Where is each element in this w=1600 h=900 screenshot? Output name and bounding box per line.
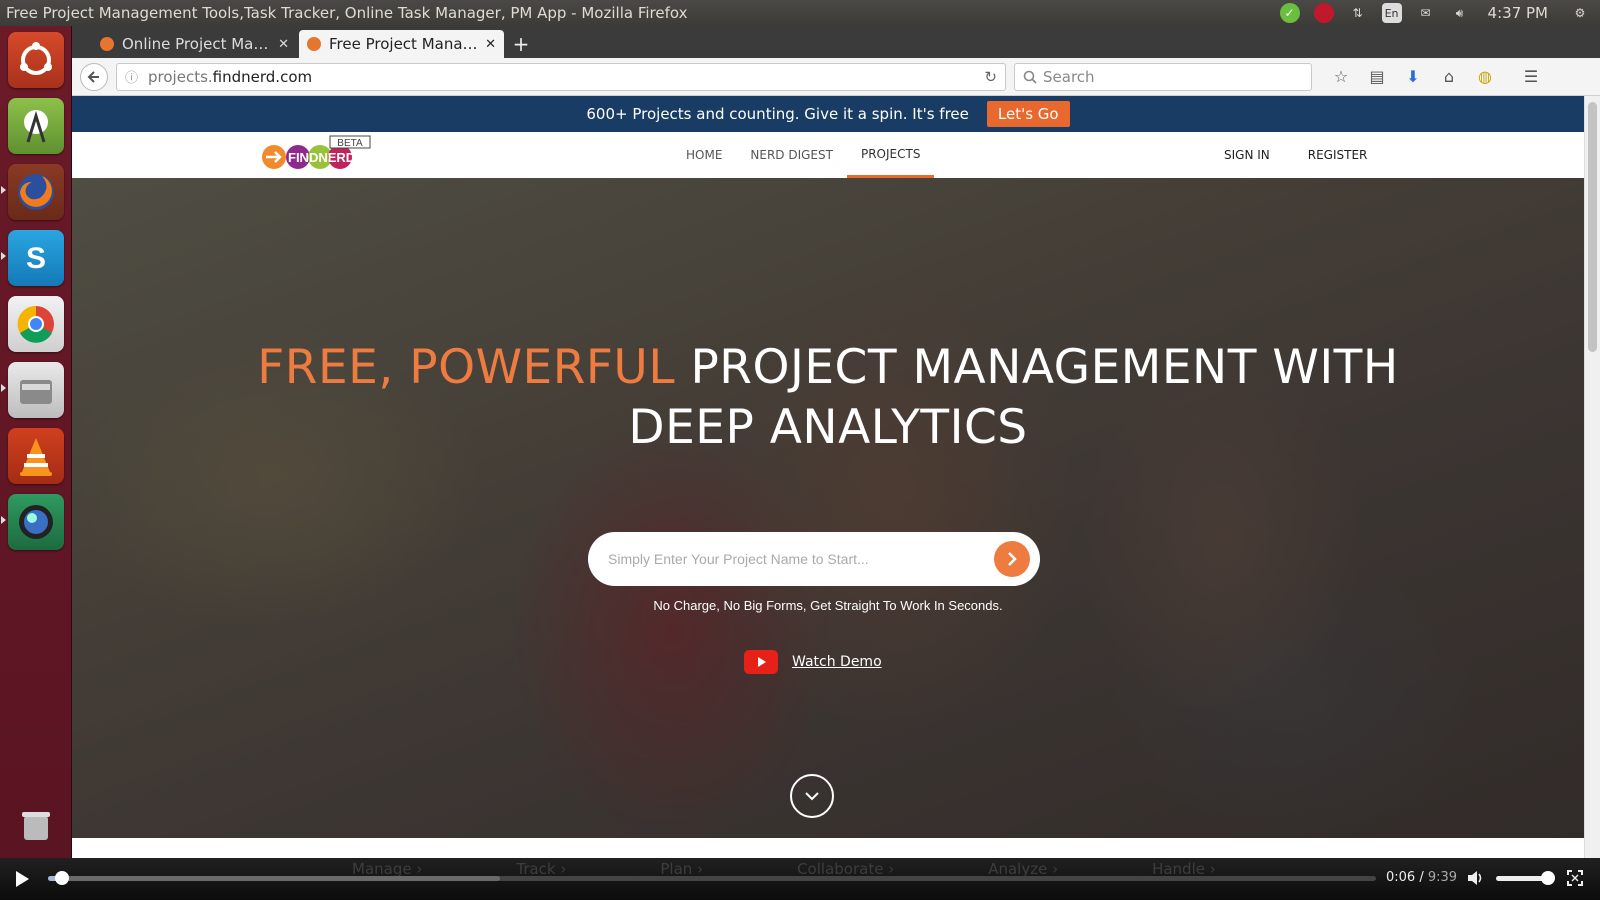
tab-label: Online Project Ma… bbox=[122, 35, 269, 53]
nav-nerd-digest[interactable]: NERD DIGEST bbox=[736, 132, 847, 178]
url-prefix: projects. bbox=[148, 67, 213, 86]
home-icon[interactable]: ⌂ bbox=[1438, 67, 1460, 86]
start-button[interactable] bbox=[994, 541, 1030, 577]
bookmarks-library-icon[interactable]: ▤ bbox=[1366, 67, 1388, 86]
chrome-icon[interactable] bbox=[8, 296, 64, 352]
seek-bar[interactable] bbox=[48, 871, 1376, 885]
url-text: projects.findnerd.com bbox=[148, 68, 312, 86]
headline-accent: FREE, POWERFUL bbox=[257, 340, 676, 395]
play-button[interactable] bbox=[14, 869, 34, 889]
seek-handle[interactable] bbox=[54, 871, 69, 885]
url-domain: findnerd.com bbox=[212, 67, 313, 86]
downloads-icon[interactable]: ⬇ bbox=[1402, 67, 1424, 86]
page-below-fold bbox=[72, 838, 1584, 858]
promo-text: 600+ Projects and counting. Give it a sp… bbox=[586, 105, 969, 123]
launcher: S bbox=[0, 26, 72, 858]
search-input[interactable]: Search bbox=[1014, 62, 1312, 91]
scroll-down-button[interactable] bbox=[790, 774, 834, 818]
total-time: 9:39 bbox=[1427, 870, 1458, 885]
close-tab-icon[interactable]: ✕ bbox=[485, 37, 496, 52]
volume-handle[interactable] bbox=[1541, 871, 1555, 885]
skype-icon[interactable]: S bbox=[8, 230, 64, 286]
project-name-form bbox=[588, 532, 1040, 586]
tab-bar: Online Project Ma… ✕ Free Project Mana… … bbox=[72, 26, 1600, 58]
clock[interactable]: 4:37 PM bbox=[1488, 4, 1548, 22]
ubuntu-dash-icon[interactable] bbox=[8, 32, 64, 88]
android-studio-icon[interactable] bbox=[8, 98, 64, 154]
auth-links: SIGN IN REGISTER bbox=[1224, 132, 1367, 178]
close-tab-icon[interactable]: ✕ bbox=[278, 37, 289, 52]
web-page: 600+ Projects and counting. Give it a sp… bbox=[72, 96, 1584, 858]
chevron-right-icon bbox=[1008, 552, 1017, 566]
sign-in-link[interactable]: SIGN IN bbox=[1224, 132, 1270, 178]
chevron-down-icon bbox=[805, 792, 819, 801]
record-icon[interactable] bbox=[1313, 3, 1334, 23]
video-player-bar: Manage › Track › Plan › Collaborate › An… bbox=[0, 858, 1600, 900]
extension-icon[interactable]: ◍ bbox=[1474, 67, 1496, 86]
mail-icon[interactable]: ✉ bbox=[1416, 3, 1436, 23]
project-name-input[interactable] bbox=[608, 551, 994, 567]
fullscreen-icon[interactable] bbox=[1566, 869, 1584, 891]
search-icon bbox=[1023, 70, 1037, 84]
main-nav: HOME NERD DIGEST PROJECTS bbox=[672, 132, 935, 178]
watch-demo-link[interactable]: Watch Demo bbox=[744, 650, 882, 674]
globe-icon[interactable] bbox=[8, 494, 64, 550]
hero-section: FREE, POWERFUL PROJECT MANAGEMENT WITH D… bbox=[72, 178, 1584, 838]
url-bar[interactable]: ⓘ projects.findnerd.com ↻ bbox=[116, 62, 1006, 91]
firefox-icon[interactable] bbox=[8, 164, 64, 220]
tab-online-project[interactable]: Online Project Ma… ✕ bbox=[92, 30, 297, 58]
findnerd-favicon-icon bbox=[307, 37, 321, 51]
toolbar-icons: ☆ ▤ ⬇ ⌂ ◍ ☰ bbox=[1330, 67, 1542, 86]
svg-text:S: S bbox=[26, 242, 46, 275]
register-link[interactable]: REGISTER bbox=[1308, 132, 1368, 178]
lets-go-button[interactable]: Let's Go bbox=[986, 101, 1070, 127]
update-check-icon[interactable]: ✓ bbox=[1279, 3, 1300, 23]
vlc-icon[interactable] bbox=[8, 428, 64, 484]
youtube-play-icon bbox=[744, 650, 778, 674]
window-title: Free Project Management Tools,Task Track… bbox=[6, 4, 688, 22]
site-header: BETA FINDNERD HOME NERD DIGEST PROJECTS … bbox=[72, 132, 1584, 178]
hero-headline: FREE, POWERFUL PROJECT MANAGEMENT WITH D… bbox=[72, 338, 1584, 458]
nav-toolbar: ⓘ projects.findnerd.com ↻ Search ☆ ▤ ⬇ ⌂… bbox=[72, 58, 1600, 96]
scrollbar-thumb[interactable] bbox=[1588, 102, 1597, 352]
speaker-icon[interactable] bbox=[1466, 869, 1484, 891]
volume-slider[interactable] bbox=[1496, 871, 1555, 885]
nav-home[interactable]: HOME bbox=[672, 132, 736, 178]
findnerd-favicon-icon bbox=[100, 37, 114, 51]
search-placeholder: Search bbox=[1043, 67, 1095, 86]
hero-subtext: No Charge, No Big Forms, Get Straight To… bbox=[653, 598, 1003, 613]
files-icon[interactable] bbox=[8, 362, 64, 418]
page-scrollbar[interactable] bbox=[1584, 96, 1600, 858]
tab-label: Free Project Mana… bbox=[329, 35, 478, 53]
keyboard-layout[interactable]: En bbox=[1381, 3, 1402, 23]
watch-demo-label: Watch Demo bbox=[792, 654, 882, 670]
tab-free-project[interactable]: Free Project Mana… ✕ bbox=[299, 30, 504, 58]
gear-icon[interactable]: ⚙ bbox=[1570, 3, 1590, 23]
promo-banner: 600+ Projects and counting. Give it a sp… bbox=[72, 96, 1584, 132]
time-display: 0:06 / 9:39 bbox=[1386, 870, 1458, 885]
play-icon bbox=[16, 871, 29, 887]
bookmark-star-icon[interactable]: ☆ bbox=[1330, 67, 1352, 86]
menu-icon[interactable]: ☰ bbox=[1520, 67, 1542, 86]
reload-icon[interactable]: ↻ bbox=[984, 68, 997, 86]
back-button[interactable] bbox=[80, 62, 108, 91]
new-tab-button[interactable]: + bbox=[506, 30, 536, 58]
back-arrow-icon bbox=[87, 70, 99, 83]
current-time: 0:06 bbox=[1386, 870, 1416, 885]
nav-projects[interactable]: PROJECTS bbox=[846, 132, 935, 178]
trash-icon[interactable] bbox=[8, 796, 64, 852]
headline-line2: DEEP ANALYTICS bbox=[628, 400, 1028, 455]
network-icon[interactable]: ⇅ bbox=[1348, 3, 1368, 23]
volume-icon[interactable]: 🔊︎ bbox=[1450, 3, 1470, 23]
browser-window: Online Project Ma… ✕ Free Project Mana… … bbox=[72, 26, 1600, 858]
buffered-bar bbox=[48, 876, 500, 881]
top-panel: Free Project Management Tools,Task Track… bbox=[0, 0, 1600, 26]
info-icon[interactable]: ⓘ bbox=[125, 67, 138, 86]
logo-brand: FINDNERD bbox=[288, 150, 355, 165]
findnerd-logo[interactable]: BETA FINDNERD bbox=[262, 135, 372, 175]
logo-beta: BETA bbox=[337, 138, 363, 149]
system-tray: ✓ ⇅ En ✉ 🔊︎ 4:37 PM ⚙ bbox=[1279, 3, 1600, 23]
headline-line1: PROJECT MANAGEMENT WITH bbox=[690, 340, 1399, 395]
